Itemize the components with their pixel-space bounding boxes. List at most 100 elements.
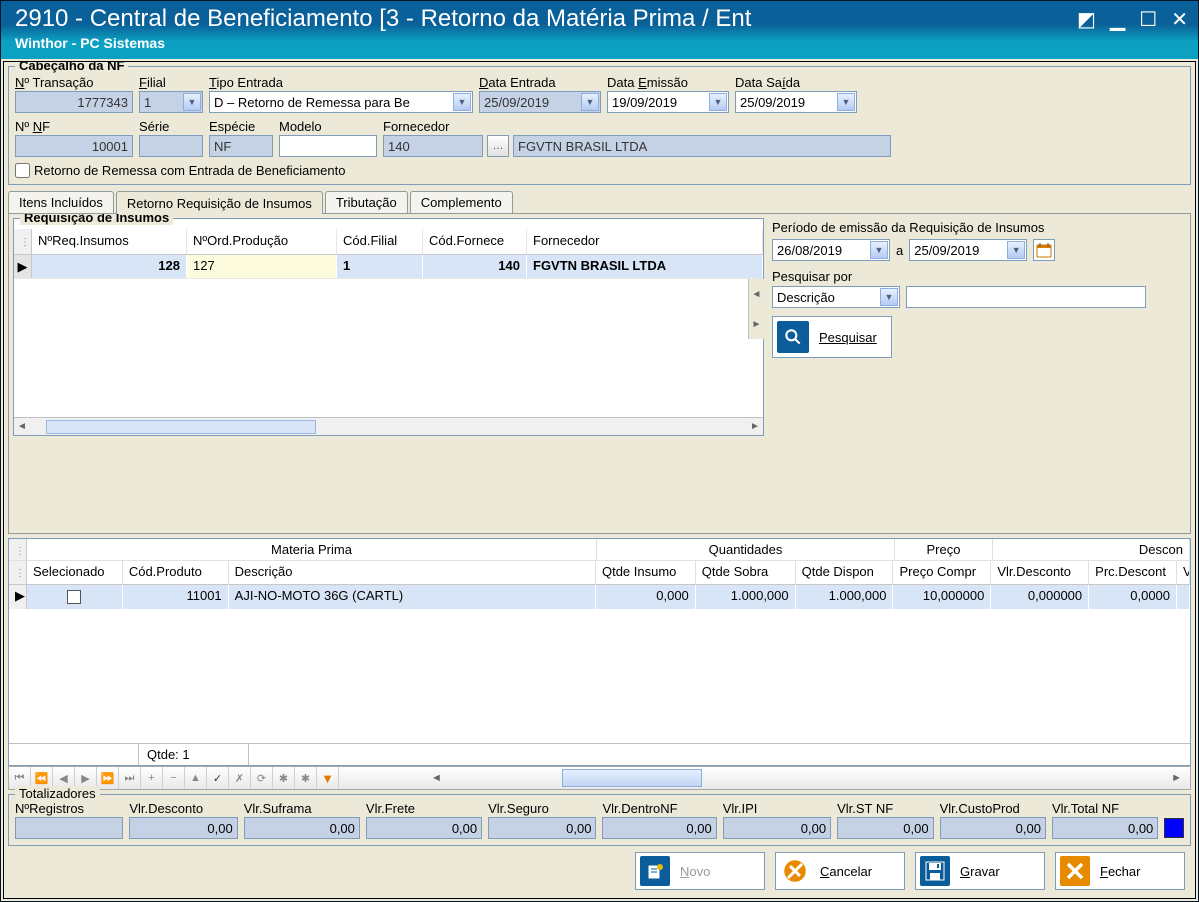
col-v[interactable]: V xyxy=(1177,561,1190,584)
modelo-input[interactable] xyxy=(279,135,377,157)
lookup-button[interactable]: … xyxy=(487,135,509,157)
tab-complemento[interactable]: Complemento xyxy=(410,191,513,213)
chevron-down-icon[interactable]: ▼ xyxy=(453,93,471,111)
chevron-down-icon[interactable]: ▼ xyxy=(709,93,727,111)
theme-icon[interactable]: ◩ xyxy=(1077,7,1096,32)
col-prc-desconto[interactable]: Prc.Descont xyxy=(1089,561,1177,584)
nf-header-group: Cabeçalho da NF Nº Transação Filial 1▼ T… xyxy=(8,66,1191,185)
nf-label: Nº NF xyxy=(15,119,133,134)
new-icon xyxy=(640,856,670,886)
nav-cancel[interactable]: ✗ xyxy=(229,767,251,789)
button-bar: Novo Cancelar Gravar xyxy=(8,846,1191,894)
record-navigator: ⏮ ⏪ ◀ ▶ ⏩ ⏭ + − ▲ ✓ ✗ ⟳ ✱ ✱ ▼ ◄ ► xyxy=(8,766,1191,790)
pesquisar-por-select[interactable]: Descrição▼ xyxy=(772,286,900,308)
col-preco-compra[interactable]: Preço Compr xyxy=(893,561,991,584)
serie-label: Série xyxy=(139,119,203,134)
chevron-down-icon[interactable]: ▼ xyxy=(1007,241,1025,259)
grid-handle[interactable]: ⋮⋮ xyxy=(14,229,32,254)
save-icon xyxy=(920,856,950,886)
h-scrollbar-2[interactable]: ◄ ► xyxy=(339,769,1190,787)
nav-last[interactable]: ⏭ xyxy=(119,767,141,789)
data-entrada-label: Data Entrada xyxy=(479,75,601,90)
col-qtde-insumo[interactable]: Qtde Insumo xyxy=(596,561,696,584)
nav-bookmark[interactable]: ✱ xyxy=(273,767,295,789)
tab-itens-incluidos[interactable]: Itens Incluídos xyxy=(8,191,114,213)
grid-handle[interactable]: ⋮⋮ xyxy=(9,539,27,560)
requisicao-row[interactable]: ▶ 128 127 1 140 FGVTN BRASIL LTDA xyxy=(14,255,763,279)
tab-retorno-requisicao[interactable]: Retorno Requisição de Insumos xyxy=(116,191,323,214)
nav-goto[interactable]: ✱ xyxy=(295,767,317,789)
col-cod-filial[interactable]: Cód.Filial xyxy=(337,229,423,254)
nav-add[interactable]: + xyxy=(141,767,163,789)
col-selecionado[interactable]: Selecionado xyxy=(27,561,123,584)
maximize-icon[interactable]: ☐ xyxy=(1139,7,1157,32)
col-req-insumos[interactable]: NºReq.Insumos xyxy=(32,229,187,254)
col-qtde-dispon[interactable]: Qtde Dispon xyxy=(796,561,894,584)
col-fornecedor[interactable]: Fornecedor xyxy=(527,229,763,254)
novo-button[interactable]: Novo xyxy=(635,852,765,890)
title-bar: 2910 - Central de Beneficiamento [3 - Re… xyxy=(1,1,1198,59)
grid-expander[interactable]: ◄► xyxy=(748,279,764,339)
row-checkbox[interactable] xyxy=(67,590,81,604)
retorno-remessa-checkbox[interactable] xyxy=(15,163,30,178)
chevron-down-icon[interactable]: ▼ xyxy=(183,93,201,111)
data-saida-input[interactable]: 25/09/2019▼ xyxy=(735,91,857,113)
nav-edit[interactable]: ▲ xyxy=(185,767,207,789)
transacao-input[interactable] xyxy=(15,91,133,113)
date-to-input[interactable]: 25/09/2019▼ xyxy=(909,239,1027,261)
col-cod-fornec[interactable]: Cód.Fornece xyxy=(423,229,527,254)
serie-input[interactable] xyxy=(139,135,203,157)
totals-group: Totalizadores NºRegistros Vlr.Desconto V… xyxy=(8,794,1191,846)
especie-label: Espécie xyxy=(209,119,273,134)
col-ord-producao[interactable]: NºOrd.Produção xyxy=(187,229,337,254)
gravar-button[interactable]: Gravar xyxy=(915,852,1045,890)
nav-refresh[interactable]: ⟳ xyxy=(251,767,273,789)
filial-label: Filial xyxy=(139,75,203,90)
data-emissao-label: Data Emissão xyxy=(607,75,729,90)
col-descricao[interactable]: Descrição xyxy=(229,561,596,584)
filial-select[interactable]: 1▼ xyxy=(139,91,203,113)
periodo-label: Período de emissão da Requisição de Insu… xyxy=(772,220,1044,235)
chevron-down-icon[interactable]: ▼ xyxy=(870,241,888,259)
data-entrada-input[interactable]: 25/09/2019▼ xyxy=(479,91,601,113)
data-emissao-input[interactable]: 19/09/2019▼ xyxy=(607,91,729,113)
materia-row[interactable]: ▶ 11001 AJI-NO-MOTO 36G (CARTL) 0,000 1.… xyxy=(9,585,1190,609)
tab-strip: Itens Incluídos Retorno Requisição de In… xyxy=(8,191,1191,213)
total-dentro xyxy=(602,817,716,839)
tipo-entrada-select[interactable]: D – Retorno de Remessa para Be▼ xyxy=(209,91,473,113)
materia-prima-grid: ⋮⋮ Materia Prima Quantidades Preço Desco… xyxy=(8,538,1191,766)
color-indicator[interactable] xyxy=(1164,818,1184,838)
close-icon[interactable]: ✕ xyxy=(1171,7,1188,32)
col-qtde-sobra[interactable]: Qtde Sobra xyxy=(696,561,796,584)
chevron-down-icon[interactable]: ▼ xyxy=(581,93,599,111)
col-vlr-desconto[interactable]: Vlr.Desconto xyxy=(991,561,1089,584)
nav-next-page[interactable]: ⏩ xyxy=(97,767,119,789)
data-saida-label: Data Saída xyxy=(735,75,857,90)
total-st xyxy=(837,817,934,839)
col-cod-produto[interactable]: Cód.Produto xyxy=(123,561,229,584)
fornecedor-label: Fornecedor xyxy=(383,119,891,134)
chevron-down-icon[interactable]: ▼ xyxy=(837,93,855,111)
calendar-icon[interactable] xyxy=(1033,239,1055,261)
window-subtitle: Winthor - PC Sistemas xyxy=(15,35,1188,51)
chevron-down-icon[interactable]: ▼ xyxy=(880,288,898,306)
search-icon xyxy=(777,321,809,353)
nav-delete[interactable]: − xyxy=(163,767,185,789)
total-frete xyxy=(366,817,482,839)
minimize-icon[interactable]: ▁ xyxy=(1110,7,1125,32)
h-scrollbar[interactable]: ◄ ► xyxy=(14,417,763,435)
nf-input[interactable] xyxy=(15,135,133,157)
cancelar-button[interactable]: Cancelar xyxy=(775,852,905,890)
grid-handle[interactable]: ⋮⋮ xyxy=(9,561,27,584)
pesquisar-button[interactable]: Pesquisar xyxy=(772,316,892,358)
fornecedor-cod-input[interactable] xyxy=(383,135,483,157)
fechar-button[interactable]: Fechar xyxy=(1055,852,1185,890)
date-from-input[interactable]: 26/08/2019▼ xyxy=(772,239,890,261)
especie-input[interactable] xyxy=(209,135,273,157)
search-text-input[interactable] xyxy=(906,286,1146,308)
fornecedor-nome-input[interactable] xyxy=(513,135,891,157)
transacao-label: Nº Transação xyxy=(15,75,133,90)
nav-post[interactable]: ✓ xyxy=(207,767,229,789)
tab-tributacao[interactable]: Tributação xyxy=(325,191,408,213)
filter-icon[interactable]: ▼ xyxy=(317,767,339,789)
